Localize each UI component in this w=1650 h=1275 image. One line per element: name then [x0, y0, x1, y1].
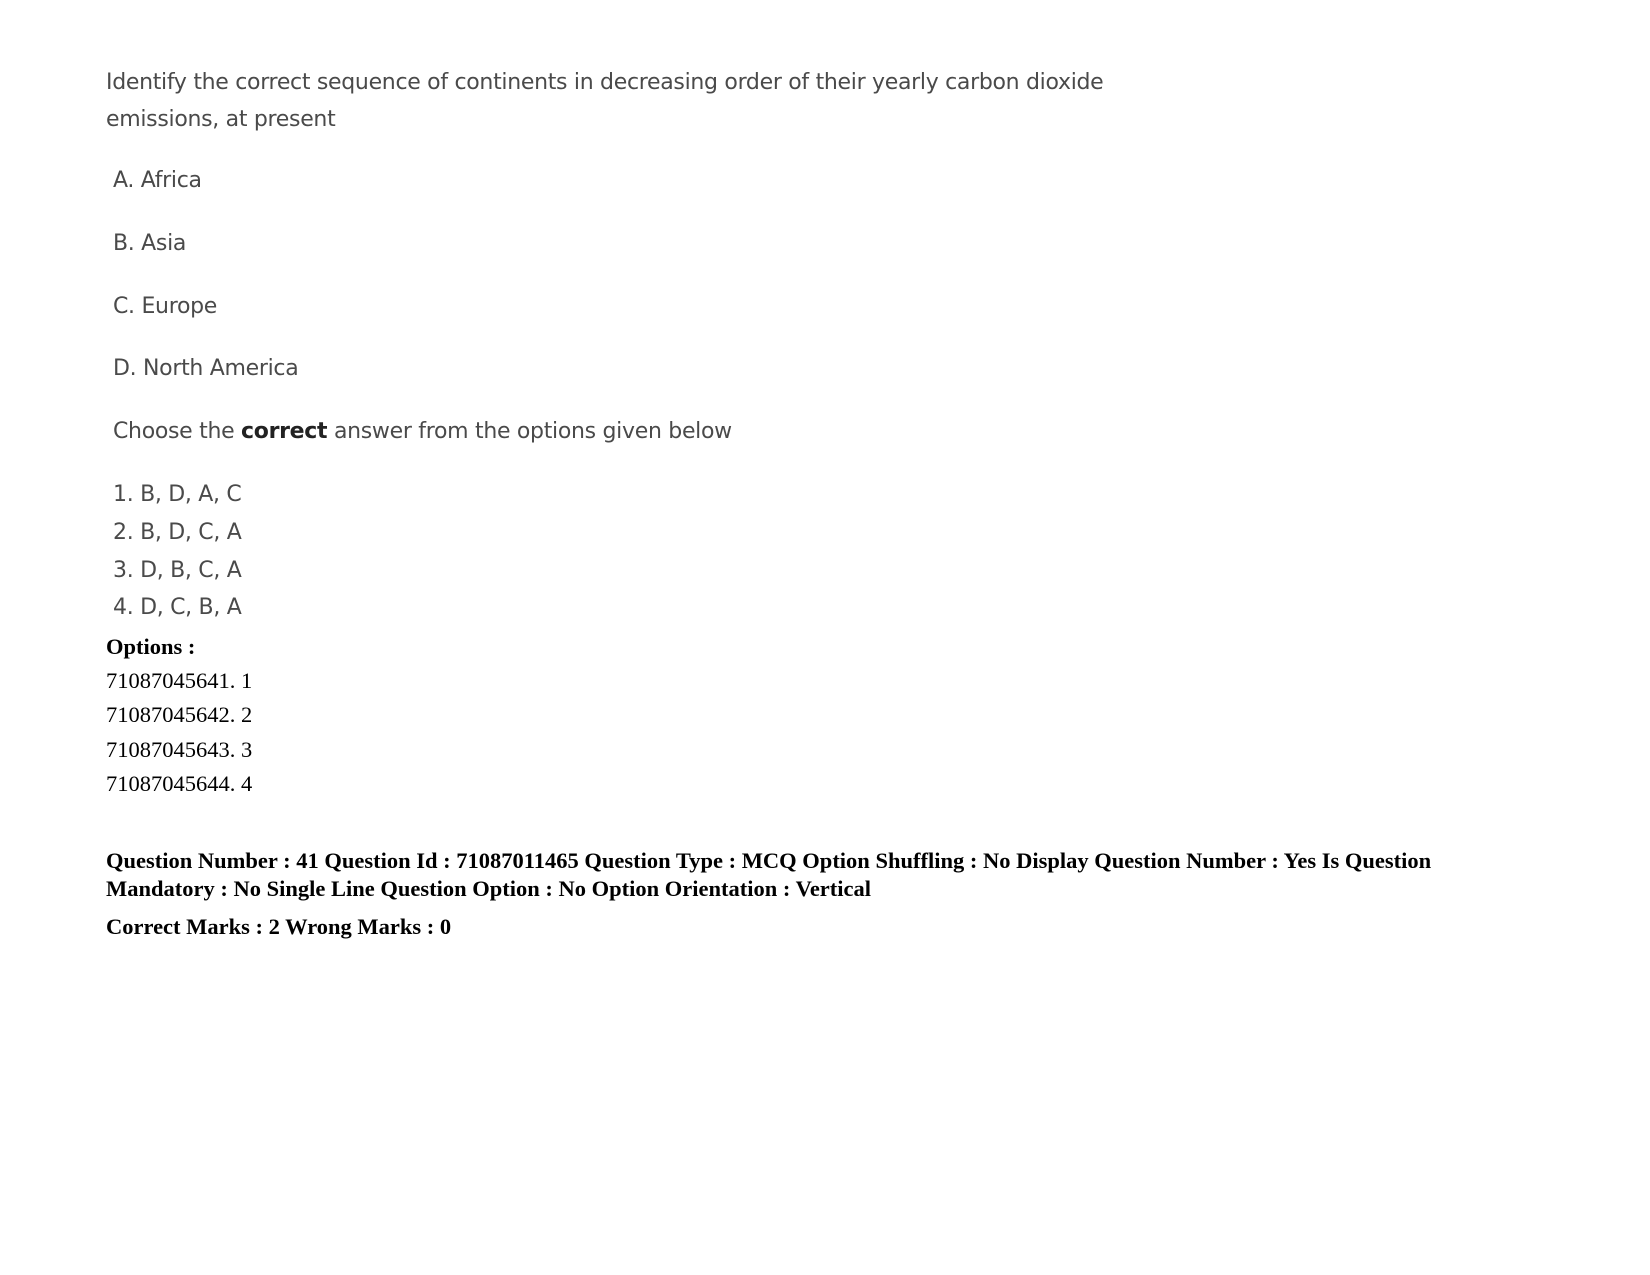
question-stem: Identify the correct sequence of contine… [106, 70, 1104, 132]
marks-info: Correct Marks : 2 Wrong Marks : 0 [106, 914, 452, 939]
option-entry: 71087045644. 4 [106, 771, 253, 796]
question-meta: Question Number : 41 Question Id : 71087… [106, 848, 1432, 901]
choice-item: 3. D, B, C, A [113, 558, 242, 583]
instruction-post: answer from the options given below [327, 419, 732, 444]
statement-item: D. North America [113, 356, 299, 381]
option-entry: 71087045643. 3 [106, 737, 253, 762]
statement-item: A. Africa [113, 168, 202, 193]
choice-item: 4. D, C, B, A [113, 595, 242, 620]
instruction: Choose the correct answer from the optio… [113, 419, 732, 444]
option-entry: 71087045642. 2 [106, 702, 253, 727]
option-entry: 71087045641. 1 [106, 668, 253, 693]
choice-item: 1. B, D, A, C [113, 482, 242, 507]
instruction-pre: Choose the [113, 419, 242, 444]
statement-item: B. Asia [113, 231, 187, 256]
instruction-bold: correct [241, 419, 328, 444]
options-label: Options : [106, 634, 196, 659]
choice-item: 2. B, D, C, A [113, 520, 242, 545]
statement-item: C. Europe [113, 294, 218, 319]
